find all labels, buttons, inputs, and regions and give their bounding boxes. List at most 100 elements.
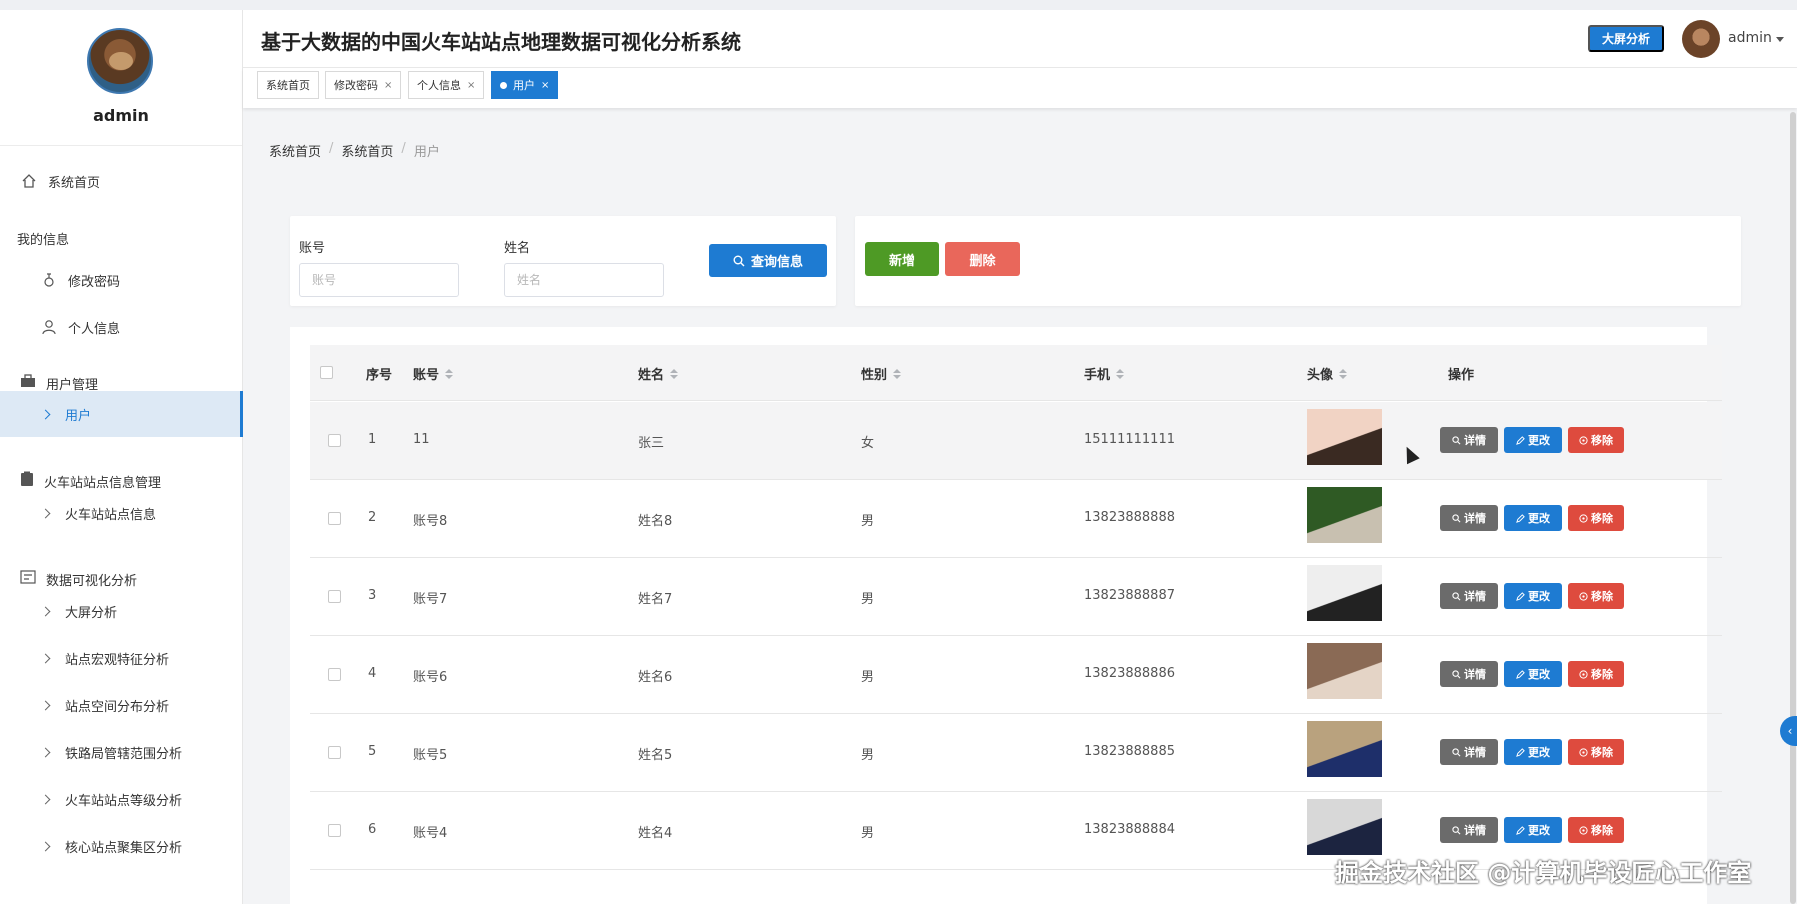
row-checkbox[interactable] — [328, 590, 341, 603]
select-all-checkbox[interactable] — [320, 366, 333, 379]
table-row[interactable]: 4 账号6 姓名6 男 13823888886 详情 更改 移除 — [310, 636, 1722, 714]
sidebar-item-profile[interactable]: 个人信息 — [0, 304, 243, 350]
detail-button[interactable]: 详情 — [1440, 505, 1498, 531]
avatar-photo[interactable] — [1307, 409, 1382, 465]
row-checkbox[interactable] — [328, 512, 341, 525]
cell-index: 3 — [368, 588, 377, 603]
remove-button[interactable]: 移除 — [1568, 583, 1624, 609]
cell-index: 2 — [368, 510, 377, 525]
edit-button[interactable]: 更改 — [1504, 583, 1562, 609]
row-checkbox[interactable] — [328, 746, 341, 759]
table-row[interactable]: 1 11 张三 女 15111111111 详情 更改 移除 — [310, 402, 1722, 480]
table-row[interactable]: 3 账号7 姓名7 男 13823888887 详情 更改 移除 — [310, 558, 1722, 636]
avatar-photo[interactable] — [1307, 799, 1382, 855]
sidebar-item-label: 用户 — [65, 408, 92, 424]
remove-button[interactable]: 移除 — [1568, 427, 1624, 453]
edit-button[interactable]: 更改 — [1504, 661, 1562, 687]
column-header-avatar[interactable]: 头像 — [1307, 364, 1348, 383]
search-icon — [1452, 591, 1461, 600]
tab-change-password[interactable]: 修改密码 × — [325, 71, 402, 99]
tab-label: 系统首页 — [266, 79, 310, 92]
sidebar-group-label: 火车站站点信息管理 — [44, 475, 162, 491]
cell-phone: 13823888884 — [1084, 822, 1175, 837]
remove-button[interactable]: 移除 — [1568, 817, 1624, 843]
edit-button[interactable]: 更改 — [1504, 427, 1562, 453]
edit-button[interactable]: 更改 — [1504, 505, 1562, 531]
breadcrumb-item[interactable]: 系统首页 — [269, 141, 321, 160]
close-icon[interactable]: × — [384, 80, 392, 91]
clipboard-icon — [20, 471, 34, 491]
sidebar-item-station-grade[interactable]: 火车站站点等级分析 — [0, 776, 243, 822]
avatar-photo[interactable] — [1307, 565, 1382, 621]
table-row[interactable]: 5 账号5 姓名5 男 13823888885 详情 更改 移除 — [310, 714, 1722, 792]
big-screen-button[interactable]: 大屏分析 — [1588, 25, 1664, 52]
remove-button[interactable]: 移除 — [1568, 661, 1624, 687]
account-input[interactable] — [299, 263, 459, 297]
query-button[interactable]: 查询信息 — [709, 244, 827, 277]
detail-button-label: 详情 — [1464, 668, 1486, 681]
chevron-left-icon[interactable]: ‹ — [1780, 716, 1797, 746]
chart-icon — [20, 570, 36, 588]
column-header-name[interactable]: 姓名 — [638, 364, 679, 383]
edit-button[interactable]: 更改 — [1504, 739, 1562, 765]
avatar[interactable] — [87, 28, 153, 94]
sort-icon[interactable] — [670, 368, 679, 379]
briefcase-icon — [20, 374, 36, 392]
cell-phone: 15111111111 — [1084, 432, 1175, 447]
vertical-scrollbar[interactable] — [1790, 112, 1796, 904]
sidebar-group-my-info[interactable]: 我的信息 — [0, 218, 243, 258]
close-icon[interactable]: × — [541, 80, 549, 91]
detail-button[interactable]: 详情 — [1440, 427, 1498, 453]
chevron-right-icon — [40, 700, 51, 710]
sidebar-item-big-screen[interactable]: 大屏分析 — [0, 588, 243, 634]
sort-icon[interactable] — [893, 368, 902, 379]
user-menu-name[interactable]: admin — [1728, 30, 1772, 46]
column-header-gender[interactable]: 性别 — [861, 364, 902, 383]
search-icon — [1452, 669, 1461, 678]
sidebar-item-spatial-distribution[interactable]: 站点空间分布分析 — [0, 682, 243, 728]
breadcrumb-item[interactable]: 系统首页 — [341, 141, 393, 160]
row-checkbox[interactable] — [328, 824, 341, 837]
sidebar-item-users[interactable]: 用户 — [0, 391, 243, 437]
remove-button[interactable]: 移除 — [1568, 739, 1624, 765]
avatar-photo[interactable] — [1307, 721, 1382, 777]
caret-down-icon[interactable] — [1776, 37, 1784, 42]
detail-button[interactable]: 详情 — [1440, 739, 1498, 765]
sidebar-item-railway-bureau[interactable]: 铁路局管辖范围分析 — [0, 729, 243, 775]
active-dot-icon — [500, 81, 507, 89]
delete-button[interactable]: 删除 — [945, 242, 1020, 276]
row-checkbox[interactable] — [328, 434, 341, 447]
column-header-phone[interactable]: 手机 — [1084, 364, 1125, 383]
avatar[interactable] — [1682, 20, 1720, 58]
tab-users[interactable]: 用户 × — [491, 71, 559, 99]
sidebar-item-core-clusters[interactable]: 核心站点聚集区分析 — [0, 823, 243, 869]
sort-icon[interactable] — [1116, 368, 1125, 379]
column-header-actions: 操作 — [1448, 364, 1474, 383]
sidebar-item-macro-features[interactable]: 站点宏观特征分析 — [0, 635, 243, 681]
detail-button[interactable]: 详情 — [1440, 661, 1498, 687]
sidebar-item-change-password[interactable]: 修改密码 — [0, 257, 243, 303]
tab-profile[interactable]: 个人信息 × — [408, 71, 485, 99]
column-header-account[interactable]: 账号 — [413, 364, 454, 383]
cell-gender: 男 — [861, 670, 875, 685]
close-icon[interactable]: × — [467, 80, 475, 91]
name-input[interactable] — [504, 263, 664, 297]
avatar-photo[interactable] — [1307, 487, 1382, 543]
remove-circle-icon — [1579, 669, 1588, 679]
sidebar-item-home[interactable]: 系统首页 — [0, 158, 243, 204]
sidebar-item-station-info[interactable]: 火车站站点信息 — [0, 490, 243, 536]
sort-icon[interactable] — [1339, 368, 1348, 379]
table-row[interactable]: 2 账号8 姓名8 男 13823888888 详情 更改 移除 — [310, 480, 1722, 558]
row-checkbox[interactable] — [328, 668, 341, 681]
sidebar-item-label: 修改密码 — [68, 274, 121, 290]
add-button[interactable]: 新增 — [865, 242, 939, 276]
edit-button[interactable]: 更改 — [1504, 817, 1562, 843]
cell-name: 姓名8 — [638, 514, 673, 529]
remove-button[interactable]: 移除 — [1568, 505, 1624, 531]
detail-button[interactable]: 详情 — [1440, 583, 1498, 609]
table-header: 序号 账号 姓名 性别 手机 头像 操作 — [310, 345, 1722, 401]
tab-home[interactable]: 系统首页 — [257, 71, 319, 99]
avatar-photo[interactable] — [1307, 643, 1382, 699]
detail-button[interactable]: 详情 — [1440, 817, 1498, 843]
sort-icon[interactable] — [445, 368, 454, 379]
